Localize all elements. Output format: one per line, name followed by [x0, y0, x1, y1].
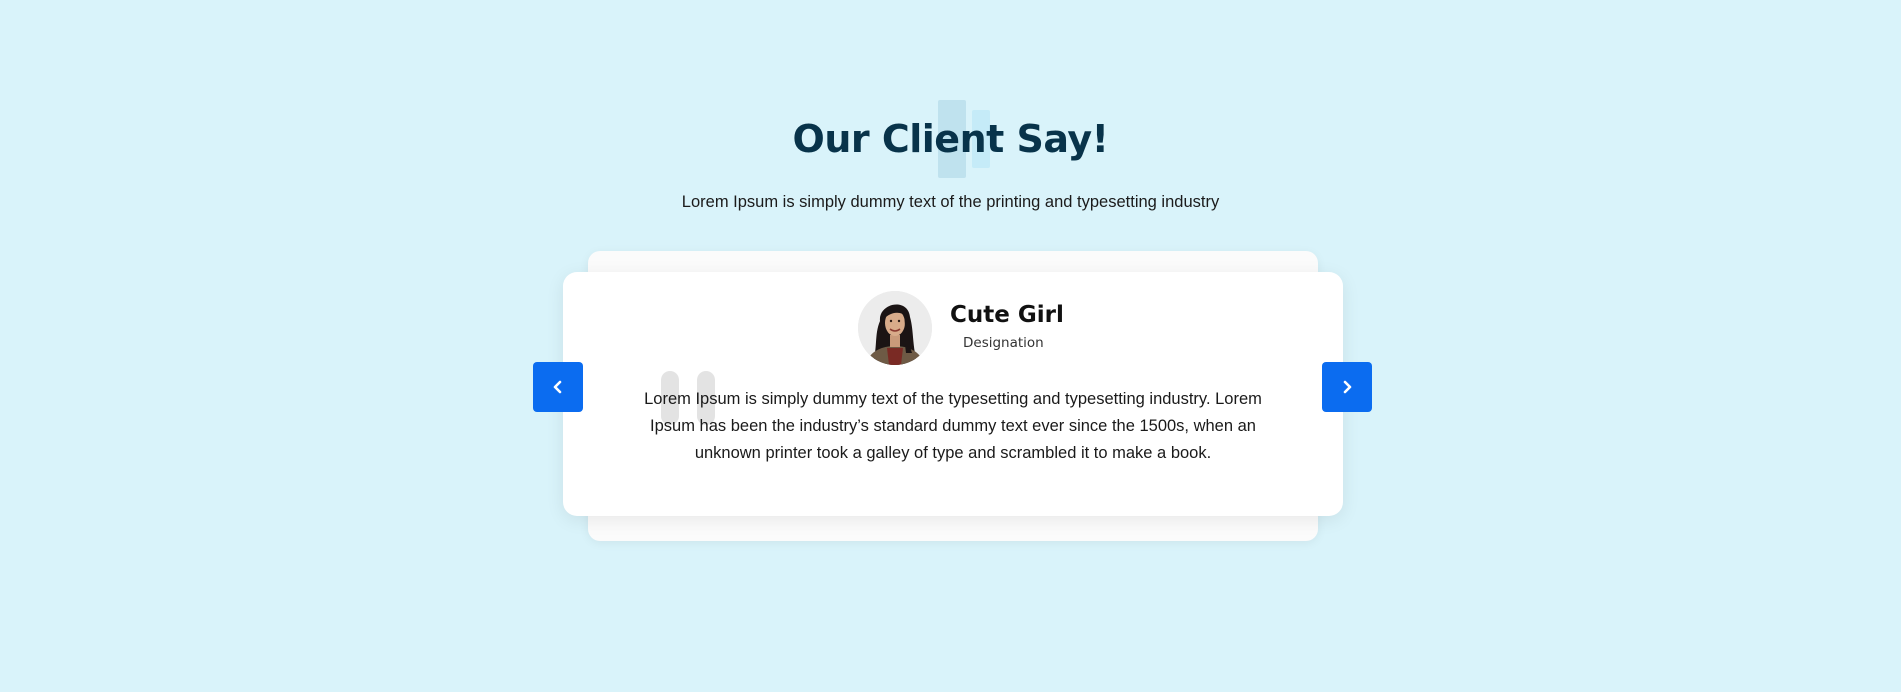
testimonial-text: Lorem Ipsum is simply dummy text of the …: [644, 390, 1262, 462]
section-title: Our Client Say!: [792, 117, 1109, 161]
carousel-prev-button[interactable]: [533, 362, 583, 412]
section-subtitle: Lorem Ipsum is simply dummy text of the …: [681, 193, 1220, 211]
chevron-right-icon: [1343, 380, 1352, 394]
carousel-next-button[interactable]: [1322, 362, 1372, 412]
author-designation: Designation: [963, 335, 1044, 351]
testimonials-section: Our Client Say! Lorem Ipsum is simply du…: [0, 0, 1901, 692]
testimonial-card: Cute Girl Designation Lorem Ipsum is sim…: [563, 272, 1343, 516]
avatar: [858, 291, 932, 365]
author-name: Cute Girl: [950, 302, 1064, 328]
woman-portrait-avatar-icon: [858, 291, 932, 365]
chevron-left-icon: [553, 380, 562, 394]
